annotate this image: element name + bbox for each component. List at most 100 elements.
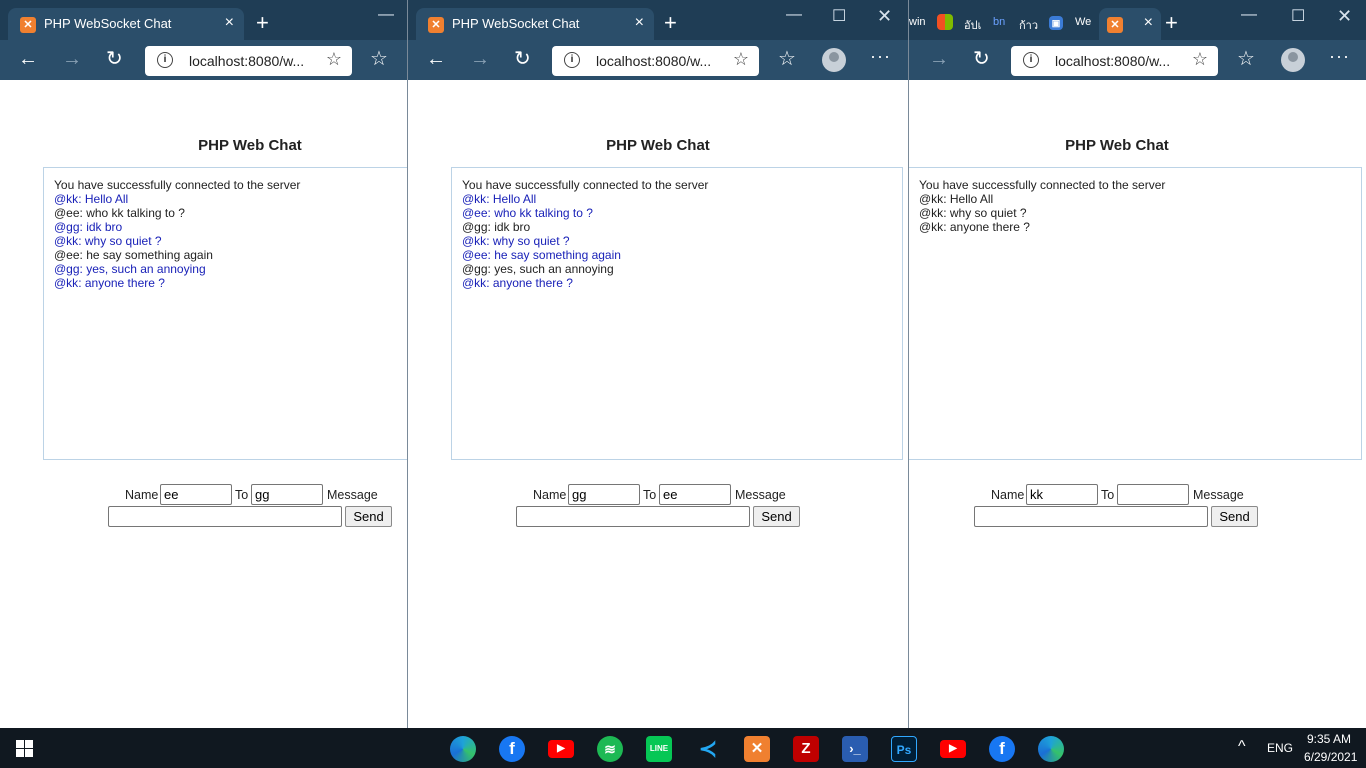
browser-chrome: ✕ PHP WebSocket Chat × + — ← → ↻ i local… bbox=[0, 0, 407, 80]
add-favorite-icon[interactable]: ☆ bbox=[733, 49, 749, 70]
tab-php-websocket-chat[interactable]: ✕ PHP WebSocket Chat × bbox=[416, 8, 654, 40]
address-bar[interactable]: i localhost:8080/w... ☆ bbox=[552, 46, 759, 76]
profile-avatar[interactable] bbox=[1281, 48, 1305, 72]
close-tab-icon[interactable]: × bbox=[1144, 14, 1153, 32]
add-favorite-icon[interactable]: ☆ bbox=[1192, 49, 1208, 70]
chevron-up-icon[interactable]: ^ bbox=[1238, 738, 1246, 756]
add-favorite-icon[interactable]: ☆ bbox=[326, 49, 342, 70]
facebook-icon[interactable]: f bbox=[499, 736, 525, 762]
forward-icon[interactable]: → bbox=[470, 48, 490, 70]
youtube-icon[interactable]: ▶ bbox=[940, 740, 966, 758]
send-button[interactable]: Send bbox=[1211, 506, 1258, 527]
mini-tab[interactable]: อัปเ bbox=[964, 16, 981, 34]
nav-bar: ← → ↻ i localhost:8080/w... ☆ ☆ ··· bbox=[408, 40, 908, 80]
tab-php-websocket-chat[interactable]: ✕ PHP WebSocket Chat × bbox=[8, 8, 244, 40]
name-input[interactable] bbox=[1026, 484, 1098, 505]
chat-message: You have successfully connected to the s… bbox=[54, 178, 407, 192]
chat-message-text: : why so quiet ? bbox=[943, 206, 1027, 220]
info-icon[interactable]: i bbox=[1023, 52, 1039, 68]
chat-message-user: @ee bbox=[54, 248, 80, 262]
mini-tab[interactable]: We bbox=[1075, 16, 1091, 28]
maximize-icon[interactable]: ☐ bbox=[832, 6, 846, 26]
tab-php-websocket-chat-active[interactable]: ✕ × bbox=[1099, 8, 1161, 40]
new-tab-icon[interactable]: + bbox=[256, 12, 269, 34]
more-options-icon[interactable]: ··· bbox=[1329, 46, 1350, 67]
maximize-icon[interactable]: ☐ bbox=[1291, 6, 1305, 26]
forward-icon[interactable]: → bbox=[929, 48, 949, 70]
info-icon[interactable]: i bbox=[157, 52, 173, 68]
close-window-icon[interactable]: ✕ bbox=[877, 6, 892, 27]
chat-message-user: @kk bbox=[54, 234, 79, 248]
favorites-icon[interactable]: ☆ bbox=[778, 48, 796, 70]
chat-message-text: You have successfully connected to the s… bbox=[54, 178, 301, 192]
name-label: Name bbox=[991, 488, 1025, 502]
url-text: localhost:8080/w... bbox=[189, 53, 305, 69]
xampp-icon[interactable]: ✕ bbox=[744, 736, 770, 762]
vscode-icon[interactable]: ≺ bbox=[695, 736, 721, 762]
name-input[interactable] bbox=[160, 484, 232, 505]
page-title: PHP Web Chat bbox=[606, 137, 710, 154]
to-label: To bbox=[1101, 488, 1115, 502]
close-tab-icon[interactable]: × bbox=[635, 14, 644, 32]
refresh-icon[interactable]: ↻ bbox=[514, 48, 531, 70]
chat-message-user: @ee bbox=[462, 248, 488, 262]
back-icon[interactable]: ← bbox=[18, 48, 38, 70]
filezilla-icon[interactable]: Z bbox=[793, 736, 819, 762]
language-indicator[interactable]: ENG bbox=[1267, 741, 1293, 755]
mini-tab[interactable]: bn bbox=[993, 16, 1005, 28]
youtube-icon[interactable]: ▶ bbox=[548, 740, 574, 758]
to-input[interactable] bbox=[251, 484, 323, 505]
forward-icon[interactable]: → bbox=[62, 48, 82, 70]
close-window-icon[interactable]: ✕ bbox=[1337, 6, 1352, 27]
mini-tab[interactable]: ก้าว bbox=[1019, 16, 1038, 34]
send-button[interactable]: Send bbox=[345, 506, 392, 527]
message-input[interactable] bbox=[108, 506, 342, 527]
nav-bar: ← → ↻ i localhost:8080/w... ☆ ☆ bbox=[0, 40, 407, 80]
windows-start-icon[interactable] bbox=[16, 740, 33, 757]
microsoft-icon bbox=[937, 14, 953, 30]
chat-message: @kk: why so quiet ? bbox=[462, 234, 892, 248]
address-bar[interactable]: i localhost:8080/w... ☆ bbox=[145, 46, 352, 76]
chat-message: @kk: anyone there ? bbox=[54, 276, 407, 290]
to-input[interactable] bbox=[659, 484, 731, 505]
line-icon[interactable]: LINE bbox=[646, 736, 672, 762]
name-input[interactable] bbox=[568, 484, 640, 505]
xampp-favicon-icon: ✕ bbox=[20, 17, 36, 33]
nav-bar: → ↻ i localhost:8080/w... ☆ ☆ ··· bbox=[909, 40, 1366, 80]
photoshop-icon[interactable]: Ps bbox=[891, 736, 917, 762]
page-title: PHP Web Chat bbox=[1065, 137, 1169, 154]
new-tab-icon[interactable]: + bbox=[664, 12, 677, 34]
page-content: PHP Web Chat You have successfully conne… bbox=[0, 80, 407, 728]
more-options-icon[interactable]: ··· bbox=[870, 46, 891, 67]
chat-message-user: @ee bbox=[462, 206, 488, 220]
favorites-icon[interactable]: ☆ bbox=[370, 48, 388, 70]
address-bar[interactable]: i localhost:8080/w... ☆ bbox=[1011, 46, 1218, 76]
new-tab-icon[interactable]: + bbox=[1165, 12, 1178, 34]
clock-time[interactable]: 9:35 AM bbox=[1307, 732, 1351, 746]
refresh-icon[interactable]: ↻ bbox=[106, 48, 123, 70]
minimize-icon[interactable]: — bbox=[378, 6, 394, 24]
profile-avatar[interactable] bbox=[822, 48, 846, 72]
close-tab-icon[interactable]: × bbox=[225, 14, 234, 32]
favorites-icon[interactable]: ☆ bbox=[1237, 48, 1255, 70]
minimize-icon[interactable]: — bbox=[786, 6, 802, 24]
powershell-icon[interactable]: ›_ bbox=[842, 736, 868, 762]
tab-title: PHP WebSocket Chat bbox=[44, 16, 172, 31]
chat-message: @gg: idk bro bbox=[54, 220, 407, 234]
info-icon[interactable]: i bbox=[564, 52, 580, 68]
refresh-icon[interactable]: ↻ bbox=[973, 48, 990, 70]
clock-date[interactable]: 6/29/2021 bbox=[1304, 750, 1357, 764]
to-input[interactable] bbox=[1117, 484, 1189, 505]
edge-icon[interactable] bbox=[1038, 736, 1064, 762]
send-button[interactable]: Send bbox=[753, 506, 800, 527]
edge-icon[interactable] bbox=[450, 736, 476, 762]
chat-message-text: : anyone there ? bbox=[486, 276, 573, 290]
chat-message-user: @kk bbox=[54, 192, 79, 206]
message-input[interactable] bbox=[516, 506, 750, 527]
mini-tab[interactable]: win bbox=[909, 16, 926, 28]
spotify-icon[interactable]: ≋ bbox=[597, 736, 623, 762]
facebook-icon[interactable]: f bbox=[989, 736, 1015, 762]
back-icon[interactable]: ← bbox=[426, 48, 446, 70]
minimize-icon[interactable]: — bbox=[1241, 6, 1257, 24]
message-input[interactable] bbox=[974, 506, 1208, 527]
